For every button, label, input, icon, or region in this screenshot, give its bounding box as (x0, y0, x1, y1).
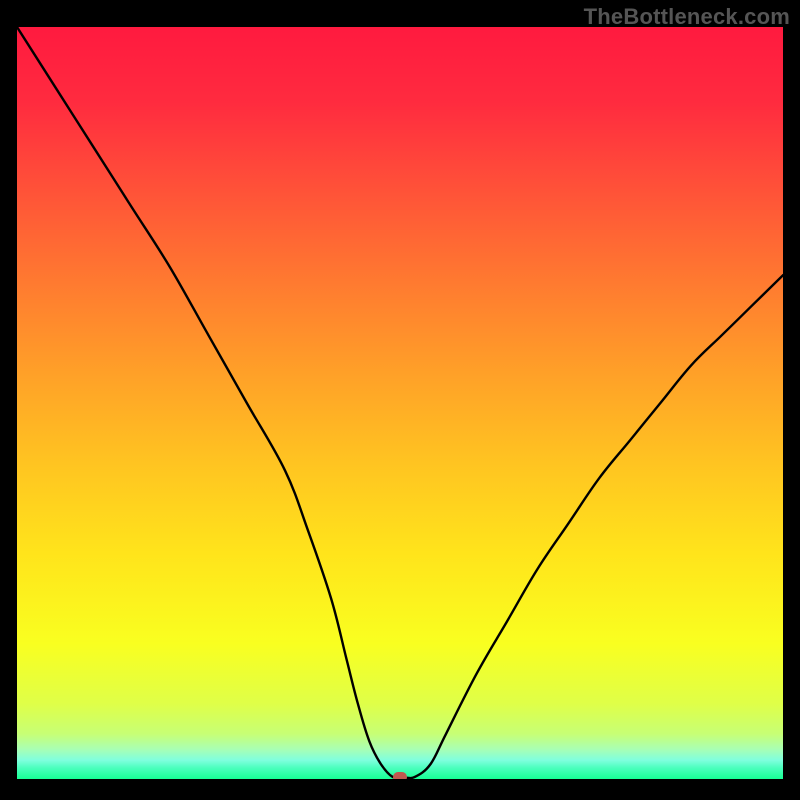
bottleneck-curve (17, 27, 783, 779)
watermark-text: TheBottleneck.com (584, 4, 790, 30)
chart-frame: TheBottleneck.com (0, 0, 800, 800)
plot-area (17, 27, 783, 779)
minimum-marker (393, 772, 407, 779)
